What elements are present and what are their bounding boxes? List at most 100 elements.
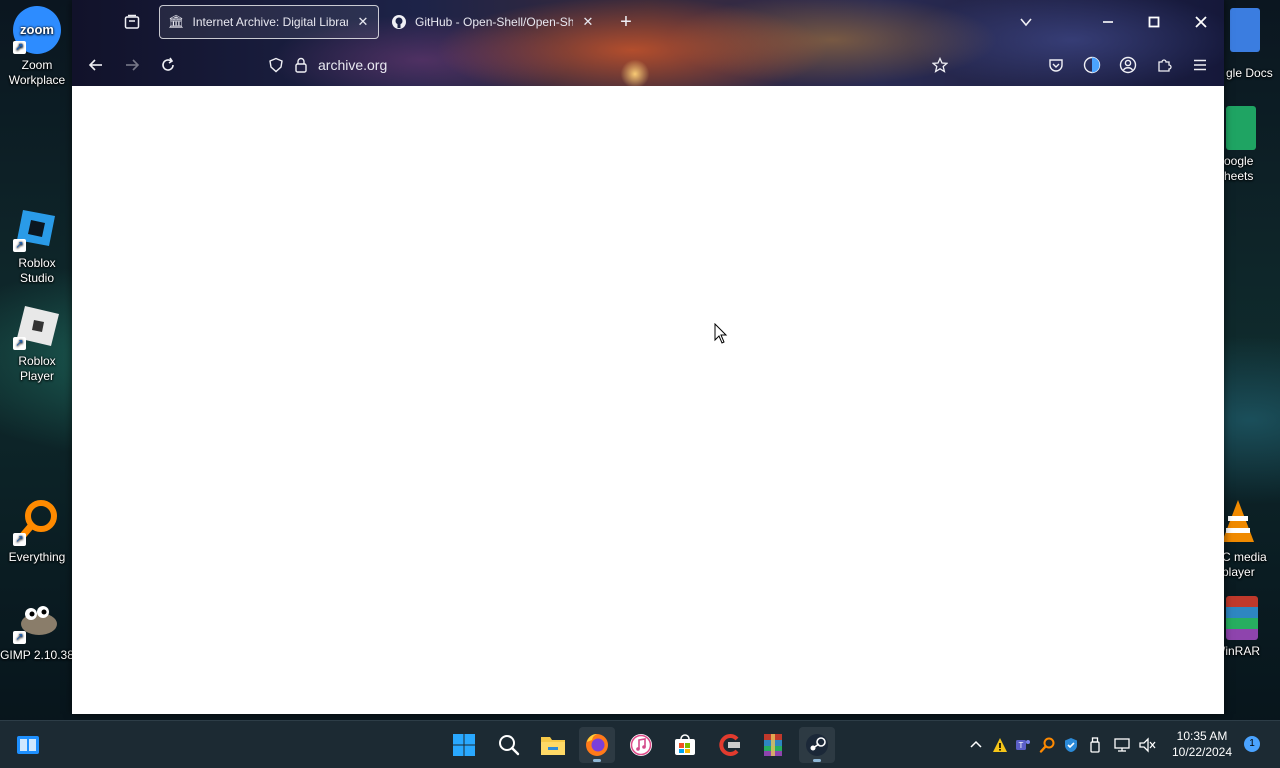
browser-window: 🏛 Internet Archive: Digital Library ✕ Gi… xyxy=(72,0,1224,714)
close-tab-icon[interactable]: ✕ xyxy=(581,14,595,30)
close-tab-icon[interactable]: ✕ xyxy=(356,14,370,30)
tab-title: GitHub - Open-Shell/Open-She xyxy=(415,15,573,29)
puzzle-piece-icon xyxy=(1158,59,1172,72)
pocket-icon xyxy=(1049,59,1063,72)
tray-security[interactable] xyxy=(1061,735,1081,755)
shortcut-arrow-icon: ↗ xyxy=(13,337,26,350)
browser-chrome: 🏛 Internet Archive: Digital Library ✕ Gi… xyxy=(72,0,1224,86)
everything-search-icon xyxy=(1039,737,1055,753)
taskbar-search-button[interactable] xyxy=(491,727,527,763)
desktop-icon-label: Roblox Player xyxy=(18,354,56,383)
chevron-down-icon xyxy=(1020,18,1032,27)
taskbar-itunes[interactable] xyxy=(623,727,659,763)
clock-date: 10/22/2024 xyxy=(1171,745,1233,759)
file-explorer-icon xyxy=(541,737,565,755)
start-icon xyxy=(17,736,39,754)
tray-everything[interactable] xyxy=(1037,735,1057,755)
account-icon xyxy=(1119,56,1137,74)
notification-count: 1 xyxy=(1249,738,1255,749)
back-button[interactable] xyxy=(82,51,110,79)
taskbar: T 10:35 AM 10/22/2024 1 xyxy=(0,720,1280,768)
taskbar-steam[interactable] xyxy=(799,727,835,763)
desktop-icon-gimp[interactable]: ↗ GIMP 2.10.38 xyxy=(0,596,74,663)
url-text[interactable]: archive.org xyxy=(318,57,387,73)
reload-button[interactable] xyxy=(154,51,182,79)
desktop-icon-label: Zoom Workplace xyxy=(8,58,66,87)
firefox-view-button[interactable] xyxy=(118,8,146,36)
minimize-button[interactable] xyxy=(1094,8,1122,36)
tray-teams[interactable]: T xyxy=(1013,735,1033,755)
desktop-icon-label: Everything xyxy=(8,550,66,564)
warning-icon xyxy=(993,738,1007,752)
search-icon xyxy=(499,735,520,756)
close-window-button[interactable] xyxy=(1187,8,1215,36)
clock-time: 10:35 AM xyxy=(1176,729,1228,743)
ccleaner-icon xyxy=(719,734,740,756)
desktop-icon-zoom[interactable]: zoom ↗ Zoom Workplace xyxy=(0,6,74,88)
new-tab-button[interactable]: + xyxy=(612,8,640,36)
extensions-button[interactable] xyxy=(1150,51,1178,79)
itunes-icon xyxy=(630,734,652,756)
extension-circle-icon xyxy=(1083,56,1101,74)
winrar-icon xyxy=(764,734,782,756)
desktop-icon-roblox-player[interactable]: ↗ Roblox Player xyxy=(0,302,74,384)
desktop-icon-label: Roblox Studio xyxy=(18,256,56,285)
windows-start-button[interactable] xyxy=(446,727,482,763)
arrow-right-icon xyxy=(126,59,140,71)
internet-archive-icon: 🏛 xyxy=(168,14,185,29)
taskbar-firefox[interactable] xyxy=(579,727,615,763)
taskbar-winrar[interactable] xyxy=(755,727,791,763)
address-bar[interactable]: archive.org xyxy=(268,50,958,80)
arrow-left-icon xyxy=(88,59,102,71)
steam-icon xyxy=(806,734,828,756)
show-hidden-icons-button[interactable] xyxy=(966,735,986,755)
pocket-button[interactable] xyxy=(1042,51,1070,79)
shortcut-arrow-icon: ↗ xyxy=(13,41,26,54)
tab-internet-archive[interactable]: 🏛 Internet Archive: Digital Library ✕ xyxy=(159,5,379,39)
winrar-icon xyxy=(1226,596,1258,640)
desktop-icon-everything[interactable]: ↗ Everything xyxy=(0,498,74,565)
gimp-icon: ↗ xyxy=(13,596,61,644)
google-sheets-icon xyxy=(1226,106,1256,150)
svg-text:T: T xyxy=(1019,741,1024,750)
tab-bar: 🏛 Internet Archive: Digital Library ✕ Gi… xyxy=(72,0,1224,44)
star-icon xyxy=(932,57,948,73)
speaker-muted-icon xyxy=(1139,737,1156,753)
extension-button[interactable] xyxy=(1078,51,1106,79)
shortcut-arrow-icon: ↗ xyxy=(13,239,26,252)
list-all-tabs-button[interactable] xyxy=(1012,8,1040,36)
lock-icon[interactable] xyxy=(294,57,308,73)
plus-icon: + xyxy=(620,10,632,33)
shield-check-icon xyxy=(1064,738,1078,752)
firefox-view-icon xyxy=(124,14,140,29)
google-docs-icon xyxy=(1230,8,1260,52)
taskbar-file-explorer[interactable] xyxy=(535,727,571,763)
minimize-icon xyxy=(1103,21,1113,23)
tray-volume-muted[interactable] xyxy=(1138,735,1158,755)
close-icon xyxy=(1195,16,1207,28)
account-button[interactable] xyxy=(1114,51,1142,79)
usb-device-icon xyxy=(1090,737,1100,753)
taskbar-ccleaner[interactable] xyxy=(711,727,747,763)
tab-github[interactable]: GitHub - Open-Shell/Open-She ✕ xyxy=(383,5,603,39)
taskbar-microsoft-store[interactable] xyxy=(667,727,703,763)
navigation-toolbar: archive.org xyxy=(72,44,1224,86)
tracking-protection-shield-icon[interactable] xyxy=(268,57,284,73)
microsoft-store-icon xyxy=(675,734,695,755)
tray-warning[interactable] xyxy=(990,735,1010,755)
roblox-studio-icon: ↗ xyxy=(13,204,61,252)
roblox-player-icon: ↗ xyxy=(13,302,61,350)
notification-badge[interactable]: 1 xyxy=(1244,736,1260,752)
forward-button[interactable] xyxy=(118,51,146,79)
tray-network[interactable] xyxy=(1113,735,1133,755)
maximize-button[interactable] xyxy=(1140,8,1168,36)
taskbar-clock[interactable]: 10:35 AM 10/22/2024 xyxy=(1166,728,1238,760)
reload-icon xyxy=(162,57,174,71)
github-icon xyxy=(392,15,406,29)
desktop-icon-label: GIMP 2.10.38 xyxy=(0,648,74,662)
desktop-icon-roblox-studio[interactable]: ↗ Roblox Studio xyxy=(0,204,74,286)
bookmark-button[interactable] xyxy=(926,51,954,79)
tray-usb[interactable] xyxy=(1085,735,1105,755)
start-icon-left[interactable] xyxy=(10,727,46,763)
app-menu-button[interactable] xyxy=(1186,51,1214,79)
